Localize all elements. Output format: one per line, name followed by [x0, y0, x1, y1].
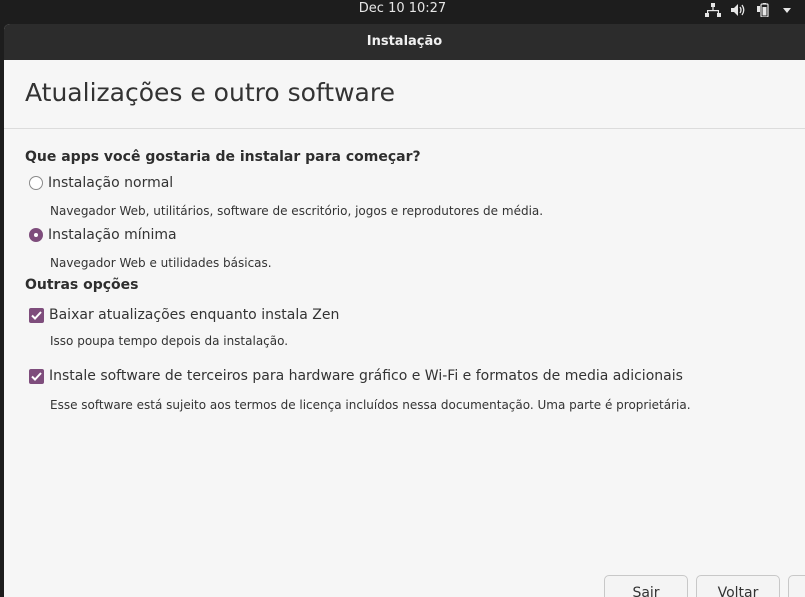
system-tray[interactable] [705, 2, 791, 18]
checkbox-checked-icon[interactable] [29, 307, 44, 323]
installer-window: Instalação Atualizações e outro software… [4, 24, 805, 597]
third-party-software-description: Esse software está sujeito aos termos de… [50, 398, 691, 412]
installer-content: Atualizações e outro software Que apps v… [4, 24, 805, 597]
system-menu-icon[interactable] [783, 3, 791, 17]
divider [4, 128, 805, 129]
download-updates-label[interactable]: Baixar atualizações enquanto instala Zen [49, 307, 339, 323]
minimal-install-label[interactable]: Instalação mínima [48, 227, 177, 243]
third-party-software-label[interactable]: Instale software de terceiros para hardw… [49, 368, 683, 384]
normal-install-radio-option[interactable]: Instalação normal [29, 175, 173, 191]
minimal-install-description: Navegador Web e utilidades básicas. [50, 256, 272, 270]
battery-icon[interactable] [757, 3, 773, 17]
checkbox-checked-icon[interactable] [29, 368, 44, 384]
normal-install-label[interactable]: Instalação normal [48, 175, 173, 191]
volume-icon[interactable] [731, 3, 747, 17]
third-party-software-checkbox-option[interactable]: Instale software de terceiros para hardw… [29, 368, 683, 384]
network-icon[interactable] [705, 3, 721, 17]
back-button[interactable]: Voltar [696, 575, 780, 597]
quit-button[interactable]: Sair [604, 575, 688, 597]
other-options-title: Outras opções [25, 277, 139, 293]
minimal-install-radio-option[interactable]: Instalação mínima [29, 227, 177, 243]
top-bar: Dec 10 10:27 [0, 0, 805, 20]
radio-selected-icon[interactable] [29, 228, 43, 242]
continue-button[interactable] [788, 575, 805, 597]
clock[interactable]: Dec 10 10:27 [0, 1, 805, 16]
button-row: Sair Voltar [604, 575, 805, 597]
apps-section-title: Que apps você gostaria de instalar para … [25, 149, 421, 165]
radio-unselected-icon[interactable] [29, 176, 43, 190]
page-title: Atualizações e outro software [25, 78, 395, 107]
download-updates-description: Isso poupa tempo depois da instalação. [50, 334, 289, 348]
normal-install-description: Navegador Web, utilitários, software de … [50, 204, 544, 218]
download-updates-checkbox-option[interactable]: Baixar atualizações enquanto instala Zen [29, 307, 339, 323]
